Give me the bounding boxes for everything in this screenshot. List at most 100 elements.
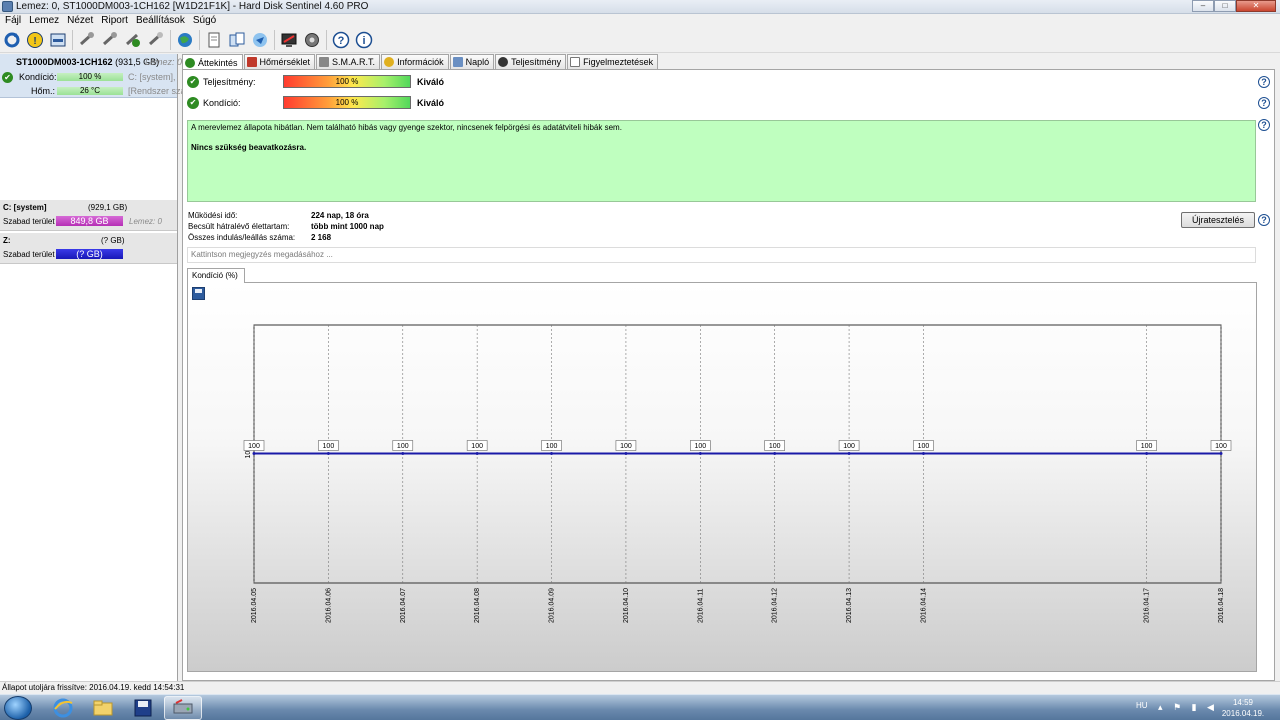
help-button[interactable]: ?: [331, 30, 351, 50]
data-label: 100: [694, 443, 706, 450]
x-tick-label: 2016.04.07: [400, 588, 407, 623]
data-point: [1145, 451, 1149, 455]
disk-index: Lemez: 0: [145, 57, 183, 67]
tab-label: S.M.A.R.T.: [332, 57, 376, 67]
tab-smart[interactable]: S.M.A.R.T.: [316, 54, 381, 69]
start-button[interactable]: [4, 696, 32, 720]
about-button[interactable]: i: [354, 30, 374, 50]
volume-list: C: [system] (929,1 GB) Szabad terület 84…: [0, 200, 177, 266]
toolbar-separator: [326, 30, 327, 50]
volume-z[interactable]: Z: (? GB) Szabad terület (? GB): [0, 233, 177, 264]
monitor-icon: [281, 33, 297, 47]
tab-label: Áttekintés: [198, 57, 238, 68]
data-point: [475, 451, 479, 455]
svg-text:!: !: [33, 36, 36, 47]
taskbar-ie[interactable]: [44, 696, 82, 720]
hard-disk-icon: [173, 699, 193, 714]
taskbar-hdsentinel[interactable]: [164, 696, 202, 720]
condition-chart-panel: 2016.04.05 2016.04.06 2016.04.07 2016.04.08…: [187, 282, 1257, 672]
tab-warnings[interactable]: Figyelmeztetések: [567, 54, 659, 69]
monitor-button[interactable]: [279, 30, 299, 50]
tray-icons[interactable]: ▴ ⚑ ▮ ◀: [1158, 702, 1218, 713]
copy-button[interactable]: [227, 30, 247, 50]
condition-row: ✔ Kondíció: 100 % Kiváló: [187, 96, 487, 110]
refresh-button[interactable]: [2, 30, 22, 50]
condition-note: C: [system],: [128, 72, 176, 82]
close-button[interactable]: ✕: [1236, 0, 1276, 12]
tab-information[interactable]: Információk: [381, 54, 449, 69]
tab-overview[interactable]: Áttekintés: [182, 54, 243, 70]
web-button[interactable]: [175, 30, 195, 50]
menu-settings[interactable]: Beállítások: [133, 14, 190, 28]
minimize-button[interactable]: –: [1192, 0, 1214, 12]
free-space-bar: (? GB): [56, 249, 123, 259]
probe-button-1[interactable]: [77, 30, 97, 50]
menu-report[interactable]: Riport: [98, 14, 133, 28]
note-input[interactable]: Kattintson megjegyzés megadásához ...: [187, 247, 1256, 263]
tab-label: Hőmérséklet: [259, 57, 311, 67]
retest-button[interactable]: Újratesztelés: [1181, 212, 1255, 228]
clock-time: 14:59: [1232, 698, 1254, 707]
x-tick-label: 2016.04.08: [474, 588, 481, 623]
toolbar-separator: [72, 30, 73, 50]
probe-button-2[interactable]: [100, 30, 120, 50]
status-message-box: A merevlemez állapota hibátlan. Nem talá…: [187, 120, 1256, 202]
taskbar-explorer[interactable]: [84, 696, 122, 720]
condition-row: ✔ Kondíció: 100 % C: [system],: [2, 71, 177, 83]
probe-button-3[interactable]: [123, 30, 143, 50]
menu-disk[interactable]: Lemez: [26, 14, 64, 28]
status-bar: Állapot utoljára frissítve: 2016.04.19. …: [0, 681, 1280, 694]
disk-card[interactable]: ST1000DM003-1CH162 (931,5 GB) Lemez: 0 ✔…: [0, 54, 186, 98]
menu-view[interactable]: Nézet: [64, 14, 98, 28]
data-point: [326, 451, 330, 455]
system-clock[interactable]: 14:59 2016.04.19.: [1218, 697, 1268, 719]
data-point: [1219, 451, 1223, 455]
volume-c[interactable]: C: [system] (929,1 GB) Szabad terület 84…: [0, 200, 177, 231]
probe-icon: [148, 32, 163, 46]
data-label: 100: [843, 443, 855, 450]
menu-file[interactable]: Fájl: [2, 14, 26, 28]
settings-button[interactable]: [302, 30, 322, 50]
temperature-label: Hőm.:: [31, 86, 56, 96]
probe-button-4[interactable]: [146, 30, 166, 50]
alert-button[interactable]: !: [25, 30, 45, 50]
probe-icon: [319, 57, 330, 67]
help-icon[interactable]: ?: [1258, 97, 1270, 109]
maximize-button[interactable]: □: [1214, 0, 1236, 12]
help-icon[interactable]: ?: [1258, 214, 1270, 226]
help-icon[interactable]: ?: [1258, 76, 1270, 88]
free-space-bar: 849,8 GB: [56, 216, 123, 226]
tab-performance[interactable]: Teljesítmény: [495, 54, 567, 69]
tab-log[interactable]: Napló: [449, 54, 495, 69]
action-text: Nincs szükség beavatkozásra.: [191, 143, 307, 152]
taskbar-app[interactable]: [124, 696, 162, 720]
language-indicator[interactable]: HU: [1136, 701, 1148, 710]
window-title: Lemez: 0, ST1000DM003-1CH162 [W1D21F1K] …: [16, 1, 369, 12]
performance-bar: 100 %: [283, 75, 411, 88]
log-icon: [452, 57, 463, 67]
x-tick-label: 2016.04.10: [623, 588, 630, 623]
status-text: A merevlemez állapota hibátlan. Nem talá…: [191, 123, 622, 132]
chart-tab-condition[interactable]: Kondíció (%): [187, 268, 245, 283]
document-icon: [208, 32, 220, 48]
data-label: 100: [1141, 443, 1153, 450]
help-icon[interactable]: ?: [1258, 119, 1270, 131]
tab-label: Figyelmeztetések: [583, 57, 654, 67]
performance-label: Teljesítmény:: [203, 77, 256, 87]
send-button[interactable]: [250, 30, 270, 50]
menu-help[interactable]: Súgó: [190, 14, 221, 28]
uptime-label: Működési idő:: [188, 211, 238, 220]
volume-name: Z:: [3, 236, 11, 245]
report-button[interactable]: [204, 30, 224, 50]
title-bar: Lemez: 0, ST1000DM003-1CH162 [W1D21F1K] …: [0, 0, 1280, 14]
refresh-icon: [4, 32, 20, 48]
disk-model-name: ST1000DM003-1CH162: [16, 57, 113, 67]
data-point: [401, 451, 405, 455]
tab-temperature[interactable]: Hőmérséklet: [243, 54, 316, 69]
toolbar-separator: [170, 30, 171, 50]
condition-bar: 100 %: [57, 73, 123, 81]
disk-info-button[interactable]: [48, 30, 68, 50]
save-icon[interactable]: [192, 287, 205, 300]
start-count-label: Összes indulás/leállás száma:: [188, 233, 296, 242]
volume-size: (? GB): [101, 236, 125, 245]
